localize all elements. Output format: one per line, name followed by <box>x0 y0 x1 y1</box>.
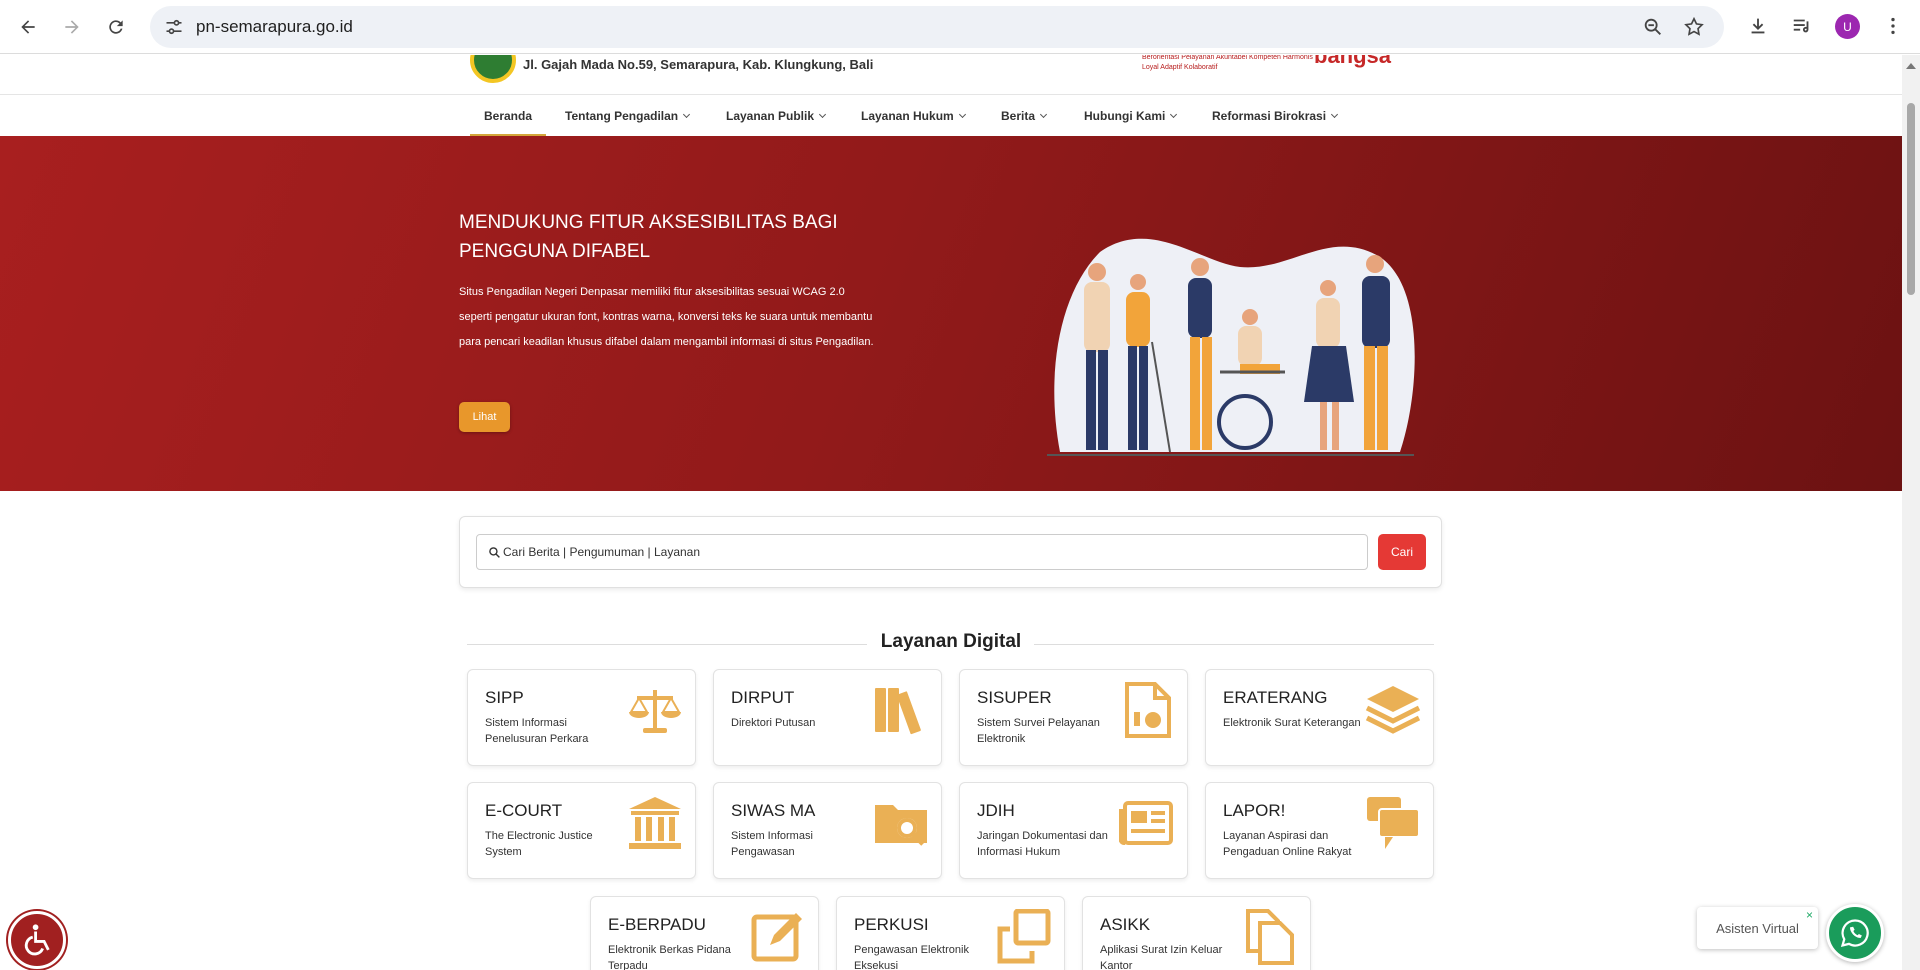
hero-title: MENDUKUNG FITUR AKSESIBILITAS BAGI PENGG… <box>459 212 838 262</box>
layers-icon <box>1365 686 1421 734</box>
whatsapp-button[interactable] <box>1826 904 1884 962</box>
scroll-thumb[interactable] <box>1907 103 1915 295</box>
forward-button[interactable] <box>56 11 88 43</box>
more-vert-icon <box>1891 17 1895 35</box>
address-bar[interactable]: pn-semarapura.go.id <box>150 6 1724 48</box>
reload-button[interactable] <box>100 11 132 43</box>
chat-icon <box>1367 797 1420 849</box>
site-settings-icon[interactable] <box>164 17 184 37</box>
nav-berita[interactable]: Berita <box>1001 96 1048 136</box>
zoom-icon[interactable] <box>1642 16 1664 38</box>
back-button[interactable] <box>12 11 44 43</box>
virtual-assistant-label[interactable]: Asisten Virtual × <box>1697 907 1818 949</box>
chevron-down-icon <box>958 110 966 119</box>
nav-beranda[interactable]: Beranda <box>469 96 547 136</box>
report-icon <box>1125 682 1171 738</box>
media-control-icon <box>1793 19 1809 33</box>
service-card-e-berpadu[interactable]: E-BERPADU Elektronik Berkas Pidana Terpa… <box>590 896 819 970</box>
media-control-button[interactable] <box>1789 13 1815 39</box>
download-icon <box>1751 18 1765 34</box>
service-card-perkusi[interactable]: PERKUSI Pengawasan Elektronik Eksekusi <box>836 896 1065 970</box>
court-logo[interactable] <box>470 55 516 83</box>
service-card-sisuper[interactable]: SISUPER Sistem Survei Pelayanan Elektron… <box>959 669 1188 766</box>
bangga-melayani-logo-text: bangsa <box>1314 55 1392 68</box>
url-text: pn-semarapura.go.id <box>196 17 353 36</box>
accessibility-button[interactable] <box>8 911 66 969</box>
lihat-button[interactable]: Lihat <box>459 402 510 432</box>
browser-toolbar: pn-semarapura.go.id U <box>0 0 1920 54</box>
hero-description: Situs Pengadilan Negeri Denpasar memilik… <box>459 286 874 348</box>
nav-reformasi-birokrasi[interactable]: Reformasi Birokrasi <box>1212 96 1339 136</box>
service-card-jdih[interactable]: JDIH Jaringan Dokumentasi dan Informasi … <box>959 782 1188 879</box>
scale-icon <box>629 690 681 733</box>
newspaper-icon <box>1119 801 1173 846</box>
service-card-lapor[interactable]: LAPOR! Layanan Aspirasi dan Pengaduan On… <box>1205 782 1434 879</box>
search-card: Cari <box>459 516 1442 588</box>
whatsapp-icon <box>1840 919 1869 948</box>
web-page: Jl. Gajah Mada No.59, Semarapura, Kab. K… <box>0 55 1902 970</box>
chevron-down-icon <box>1039 110 1048 119</box>
search-input[interactable] <box>503 535 1363 569</box>
profile-avatar[interactable]: U <box>1835 14 1860 39</box>
chevron-down-icon <box>683 110 691 119</box>
more-menu-button[interactable] <box>1880 13 1906 39</box>
nav-layanan-publik[interactable]: Layanan Publik <box>726 96 827 136</box>
chevron-down-icon <box>1331 110 1339 119</box>
main-nav: Beranda Tentang Pengadilan Layanan Publi… <box>0 96 1902 136</box>
service-card-sipp[interactable]: SIPP Sistem Informasi Penelusuran Perkar… <box>467 669 696 766</box>
cari-button[interactable]: Cari <box>1378 534 1426 570</box>
nav-tentang-pengadilan[interactable]: Tentang Pengadilan <box>565 96 691 136</box>
back-icon <box>21 20 35 34</box>
service-card-dirput[interactable]: DIRPUT Direktori Putusan <box>713 669 942 766</box>
hero-banner: MENDUKUNG FITUR AKSESIBILITAS BAGI PENGG… <box>0 136 1902 491</box>
edit-icon <box>751 913 802 962</box>
bookmark-star-icon[interactable] <box>1683 16 1705 38</box>
site-header: Jl. Gajah Mada No.59, Semarapura, Kab. K… <box>0 55 1902 95</box>
folder-search-icon <box>875 805 927 846</box>
service-card-siwas-ma[interactable]: SIWAS MA Sistem Informasi Pengawasan <box>713 782 942 879</box>
forward-icon <box>65 20 79 34</box>
download-button[interactable] <box>1745 13 1771 39</box>
clone-icon <box>997 909 1051 964</box>
service-card-eraterang[interactable]: ERATERANG Elektronik Surat Keterangan <box>1205 669 1434 766</box>
books-icon <box>875 688 921 735</box>
service-card-ecourt[interactable]: E-COURT The Electronic Justice System <box>467 782 696 879</box>
wheelchair-icon <box>24 924 50 956</box>
close-icon[interactable]: × <box>1806 908 1813 922</box>
reload-icon <box>109 20 123 34</box>
page-scrollbar[interactable] <box>1902 55 1920 970</box>
nav-hubungi-kami[interactable]: Hubungi Kami <box>1084 96 1178 136</box>
layanan-digital-title: Layanan Digital <box>880 631 1022 652</box>
chevron-down-icon <box>1170 110 1178 119</box>
copy-icon <box>1246 909 1294 965</box>
chevron-down-icon <box>818 110 827 119</box>
scroll-up-arrow-icon[interactable] <box>1906 63 1916 69</box>
court-address: Jl. Gajah Mada No.59, Semarapura, Kab. K… <box>523 57 874 72</box>
service-card-asikk[interactable]: ASIKK Aplikasi Surat Izin Keluar Kantor <box>1082 896 1311 970</box>
disability-people-illustration <box>1047 238 1415 456</box>
courthouse-icon <box>629 797 681 849</box>
search-box[interactable] <box>476 534 1368 570</box>
core-values-tagline: Berorientasi Pelayanan Akuntabel Kompete… <box>1142 55 1313 71</box>
search-icon <box>489 547 500 558</box>
nav-layanan-hukum[interactable]: Layanan Hukum <box>861 96 966 136</box>
